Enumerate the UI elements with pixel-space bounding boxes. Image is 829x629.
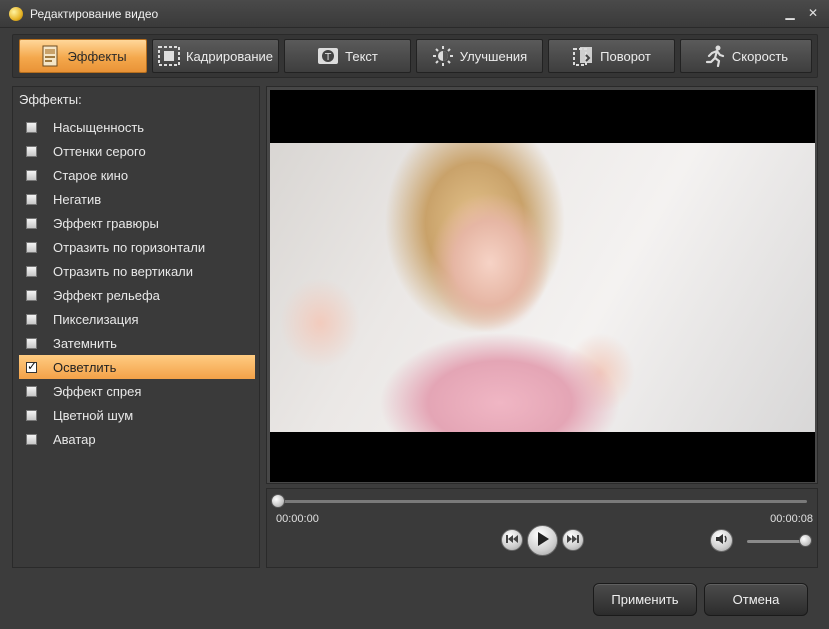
next-button[interactable] — [562, 529, 584, 551]
effect-checkbox[interactable] — [26, 433, 37, 445]
effect-label: Отразить по вертикали — [53, 263, 194, 279]
tab-label: Скорость — [731, 48, 789, 64]
volume-handle[interactable] — [799, 534, 812, 547]
effect-label: Старое кино — [53, 167, 129, 183]
tab-rotate[interactable]: Поворот — [548, 39, 675, 73]
skip-back-icon — [506, 533, 518, 547]
svg-text:T: T — [324, 52, 332, 63]
speaker-icon — [715, 533, 729, 548]
play-icon — [536, 531, 550, 550]
skip-forward-icon — [567, 533, 579, 547]
effect-checkbox[interactable] — [26, 241, 37, 253]
effect-label: Осветлить — [53, 359, 117, 375]
effect-label: Пикселизация — [53, 311, 139, 327]
volume-slider[interactable] — [747, 540, 805, 543]
current-time: 00:00:00 — [276, 513, 319, 525]
play-button[interactable] — [527, 525, 558, 556]
effect-label: Эффект рельефа — [53, 287, 160, 303]
effect-checkbox[interactable] — [26, 169, 37, 181]
effect-pixelate[interactable]: Пикселизация — [19, 307, 255, 331]
effect-checkbox[interactable] — [26, 337, 37, 349]
effect-saturation[interactable]: Насыщенность — [19, 115, 255, 139]
tab-speed[interactable]: Скорость — [680, 39, 812, 73]
effects-panel-title: Эффекты: — [19, 92, 82, 107]
effect-label: Эффект спрея — [53, 383, 142, 399]
tab-text[interactable]: T Текст — [284, 39, 411, 73]
video-preview-image — [270, 143, 815, 432]
effect-darken[interactable]: Затемнить — [19, 331, 255, 355]
tab-bar: Эффекты Кадрирование T Текст Улучшения П… — [12, 34, 818, 78]
close-button[interactable]: ✕ — [805, 5, 821, 21]
tab-label: Эффекты — [67, 48, 127, 64]
text-icon: T — [317, 45, 339, 67]
effect-label: Насыщенность — [53, 119, 145, 135]
effect-label: Аватар — [53, 431, 96, 447]
effect-engraving[interactable]: Эффект гравюры — [19, 211, 255, 235]
rotate-icon — [572, 45, 594, 67]
effect-flip-horizontal[interactable]: Отразить по горизонтали — [19, 235, 255, 259]
tab-label: Кадрирование — [185, 48, 273, 64]
effect-label: Оттенки серого — [53, 143, 146, 159]
effect-checkbox[interactable] — [26, 313, 37, 325]
effect-checkbox[interactable] — [26, 265, 37, 277]
effect-avatar[interactable]: Аватар — [19, 427, 255, 451]
app-logo-icon — [9, 7, 23, 21]
effect-checkbox[interactable] — [26, 217, 37, 229]
effect-negative[interactable]: Негатив — [19, 187, 255, 211]
video-frame — [270, 90, 815, 482]
effect-label: Отразить по горизонтали — [53, 239, 206, 255]
total-time: 00:00:08 — [770, 513, 813, 525]
effect-checkbox-checked[interactable] — [26, 359, 37, 373]
tab-enhancements[interactable]: Улучшения — [416, 39, 543, 73]
speed-icon — [704, 45, 726, 67]
video-preview-panel — [266, 86, 818, 484]
effect-checkbox[interactable] — [26, 385, 37, 397]
seek-handle[interactable] — [271, 494, 285, 508]
effect-spray[interactable]: Эффект спрея — [19, 379, 255, 403]
cancel-button[interactable]: Отмена — [704, 583, 808, 616]
effect-checkbox[interactable] — [26, 121, 37, 133]
effect-lighten[interactable]: Осветлить — [19, 355, 255, 379]
effect-label: Негатив — [53, 191, 102, 207]
effect-old-film[interactable]: Старое кино — [19, 163, 255, 187]
effect-checkbox[interactable] — [26, 193, 37, 205]
tab-crop[interactable]: Кадрирование — [152, 39, 279, 73]
effects-icon — [39, 45, 61, 67]
apply-button[interactable]: Применить — [593, 583, 697, 616]
effect-checkbox[interactable] — [26, 409, 37, 421]
effect-flip-vertical[interactable]: Отразить по вертикали — [19, 259, 255, 283]
title-bar: Редактирование видео ▁ ✕ — [0, 0, 829, 28]
tab-label: Текст — [345, 48, 378, 64]
brightness-icon — [432, 45, 454, 67]
effect-grayscale[interactable]: Оттенки серого — [19, 139, 255, 163]
effect-emboss[interactable]: Эффект рельефа — [19, 283, 255, 307]
minimize-button[interactable]: ▁ — [782, 5, 798, 21]
player-controls: 00:00:00 00:00:08 — [266, 488, 818, 568]
effect-label: Эффект гравюры — [53, 215, 159, 231]
crop-icon — [157, 45, 180, 67]
effect-color-noise[interactable]: Цветной шум — [19, 403, 255, 427]
effect-checkbox[interactable] — [26, 289, 37, 301]
effect-label: Затемнить — [53, 335, 117, 351]
seek-bar[interactable] — [279, 500, 807, 503]
tab-label: Улучшения — [459, 48, 528, 64]
tab-effects[interactable]: Эффекты — [19, 39, 147, 73]
tab-label: Поворот — [600, 48, 651, 64]
effect-checkbox[interactable] — [26, 145, 37, 157]
effects-panel: Эффекты: Насыщенность Оттенки серого Ста… — [12, 86, 260, 568]
window-title: Редактирование видео — [30, 7, 159, 21]
effect-label: Цветной шум — [53, 407, 134, 423]
mute-button[interactable] — [710, 529, 733, 552]
previous-button[interactable] — [501, 529, 523, 551]
